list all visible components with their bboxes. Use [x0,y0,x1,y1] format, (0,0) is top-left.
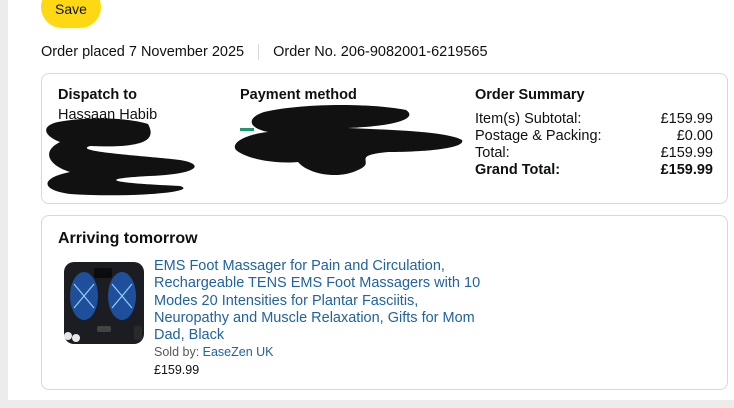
summary-label: Item(s) Subtotal: [475,111,582,127]
summary-row-subtotal: Item(s) Subtotal: £159.99 [475,111,713,127]
summary-row-total: Total: £159.99 [475,145,713,161]
summary-value: £159.99 [660,162,713,178]
summary-label: Total: [475,145,510,161]
order-info-box: Dispatch to Hassaan Habib Payment method… [41,73,728,204]
order-details-page: Save Order placed 7 November 2025 Order … [8,0,734,400]
summary-label: Grand Total: [475,162,561,178]
summary-value: £159.99 [660,111,713,127]
dispatch-heading: Dispatch to [58,87,137,103]
product-title-link[interactable]: EMS Foot Massager for Pain and Circulati… [154,258,494,344]
save-button[interactable]: Save [41,0,101,28]
item-price: £159.99 [154,363,200,377]
foot-massager-product-image[interactable] [60,260,146,350]
divider [258,44,260,60]
order-meta: Order placed 7 November 2025 Order No. 2… [41,44,488,60]
order-number: Order No. 206-9082001-6219565 [273,44,488,60]
summary-value: £0.00 [676,128,713,144]
address-redaction [46,118,195,196]
sold-by: Sold by: EaseZen UK [154,345,274,359]
payment-redaction [234,105,463,176]
summary-row-postage: Postage & Packing: £0.00 [475,128,713,144]
order-placed-date: Order placed 7 November 2025 [41,44,245,60]
summary-row-grand-total: Grand Total: £159.99 [475,162,713,178]
sold-by-label: Sold by: [154,345,203,359]
summary-label: Postage & Packing: [475,128,602,144]
summary-value: £159.99 [660,145,713,161]
shipment-box: Arriving tomorrow EMS Foot Massager for … [41,215,728,390]
seller-link[interactable]: EaseZen UK [203,345,274,359]
order-summary-heading: Order Summary [475,87,585,103]
delivery-status: Arriving tomorrow [58,230,198,247]
